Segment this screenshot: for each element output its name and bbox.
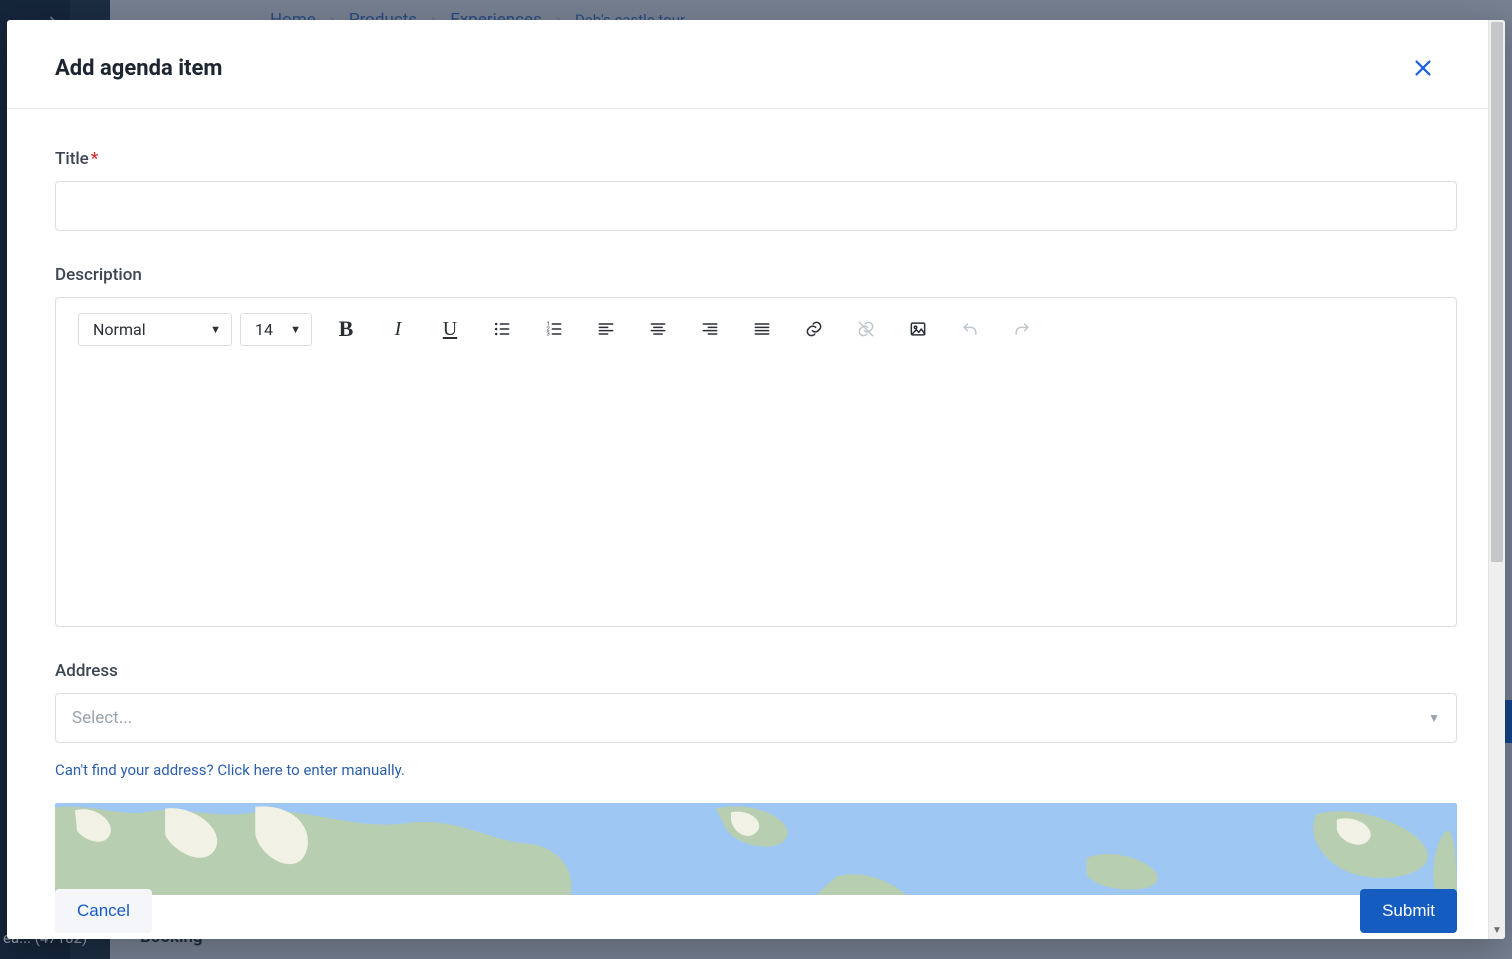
caret-down-icon: ▼ [290, 323, 301, 336]
address-label: Address [55, 661, 1457, 681]
caret-down-icon: ▼ [210, 323, 221, 336]
address-map[interactable] [55, 803, 1457, 895]
rich-text-editor: Normal▼ 14▼ B I U 123 [55, 297, 1457, 627]
description-input[interactable] [56, 356, 1456, 626]
rte-bold-button[interactable]: B [324, 312, 368, 346]
required-indicator: * [91, 149, 99, 169]
modal-title: Add agenda item [55, 56, 222, 81]
close-button[interactable] [1409, 54, 1437, 82]
caret-down-icon: ▼ [1428, 711, 1440, 725]
description-field-group: Description Normal▼ 14▼ B I U [55, 265, 1457, 627]
rte-align-left-button[interactable] [584, 312, 628, 346]
rte-align-center-button[interactable] [636, 312, 680, 346]
cancel-button[interactable]: Cancel [55, 889, 152, 933]
rte-number-list-button[interactable]: 123 [532, 312, 576, 346]
modal-body: Title* Description Normal▼ 14▼ B I U [7, 109, 1505, 939]
rte-italic-button[interactable]: I [376, 312, 420, 346]
rte-format-select[interactable]: Normal▼ [78, 313, 232, 346]
rte-fontsize-select[interactable]: 14▼ [240, 313, 312, 346]
unlink-icon [856, 319, 876, 339]
title-input[interactable] [55, 181, 1457, 231]
bullet-list-icon [492, 319, 512, 339]
title-label: Title* [55, 149, 1457, 169]
rte-align-justify-button[interactable] [740, 312, 784, 346]
align-right-icon [700, 319, 720, 339]
manual-address-link[interactable]: Can't find your address? Click here to e… [55, 761, 405, 779]
close-icon [1412, 57, 1434, 79]
address-field-group: Address Select... ▼ Can't find your addr… [55, 661, 1457, 895]
modal-footer: Cancel Submit [55, 885, 1457, 933]
undo-icon [960, 319, 980, 339]
address-select[interactable]: Select... ▼ [55, 693, 1457, 743]
redo-icon [1012, 319, 1032, 339]
title-field-group: Title* [55, 149, 1457, 231]
align-left-icon [596, 319, 616, 339]
submit-button[interactable]: Submit [1360, 889, 1457, 933]
align-center-icon [648, 319, 668, 339]
rte-image-button[interactable] [896, 312, 940, 346]
link-icon [804, 319, 824, 339]
modal-header: Add agenda item [7, 20, 1505, 109]
rte-align-right-button[interactable] [688, 312, 732, 346]
align-justify-icon [752, 319, 772, 339]
rte-undo-button [948, 312, 992, 346]
map-image [55, 803, 1457, 895]
rte-toolbar: Normal▼ 14▼ B I U 123 [56, 298, 1456, 356]
rte-underline-button[interactable]: U [428, 312, 472, 346]
rte-bullet-list-button[interactable] [480, 312, 524, 346]
rte-redo-button [1000, 312, 1044, 346]
image-icon [908, 319, 928, 339]
add-agenda-item-modal: ▲ ▼ Add agenda item Title* Description N… [7, 20, 1505, 939]
rte-unlink-button [844, 312, 888, 346]
rte-link-button[interactable] [792, 312, 836, 346]
number-list-icon: 123 [544, 319, 564, 339]
svg-text:3: 3 [547, 332, 550, 338]
description-label: Description [55, 265, 1457, 285]
